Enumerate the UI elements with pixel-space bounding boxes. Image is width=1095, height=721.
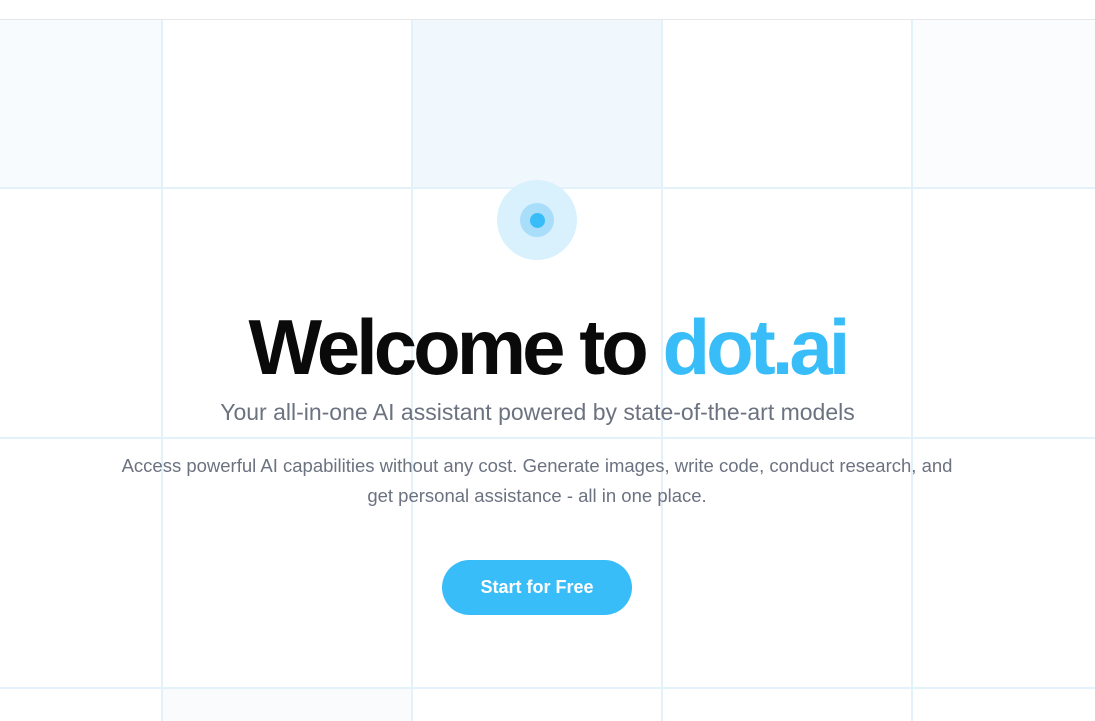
- start-for-free-button[interactable]: Start for Free: [442, 560, 632, 615]
- brand-name: dot.ai: [662, 303, 850, 391]
- landing-page: Welcome to dot.ai Your all-in-one AI ass…: [0, 0, 1095, 721]
- hero-section: Welcome to dot.ai Your all-in-one AI ass…: [0, 0, 1095, 721]
- hero-description: Access powerful AI capabilities without …: [121, 455, 953, 506]
- hero-subtitle: Your all-in-one AI assistant powered by …: [220, 399, 855, 425]
- dot-logo-ring: [520, 203, 554, 237]
- dot-logo-core: [529, 212, 545, 228]
- top-bar: [0, 0, 1095, 20]
- page-title: Welcome to dot.ai: [0, 302, 1095, 392]
- title-prefix: Welcome to: [248, 303, 663, 391]
- dot-logo-icon: [497, 180, 577, 260]
